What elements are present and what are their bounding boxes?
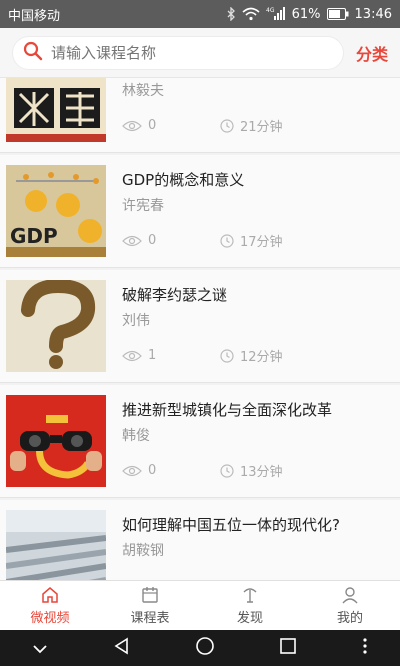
battery-percent: 61% [291,6,321,22]
tab-mine[interactable]: 我的 [300,581,400,630]
eye-icon [122,120,142,131]
list-item[interactable]: GDP GDP的概念和意义 许宪春 0 17分钟 [0,155,400,268]
course-author: 林毅夫 [122,83,164,99]
duration: 21分钟 [220,116,283,135]
view-count: 0 [122,233,220,248]
list-item[interactable]: 推进新型城镇化与全面深化改革 韩俊 0 13分钟 [0,385,400,498]
bottom-tab-bar: 微视频 课程表 发现 我的 [0,580,400,630]
eye-icon [122,350,142,361]
header: 分类 [0,28,400,78]
back-icon[interactable] [113,637,131,659]
svg-text:GDP: GDP [10,224,58,248]
discover-icon [243,588,257,603]
course-meta: 1 12分钟 [122,346,283,365]
eye-icon [122,465,142,476]
course-thumbnail: GDP [6,165,106,257]
clock-icon [220,463,234,478]
course-meta: 0 17分钟 [122,231,283,250]
course-author: 胡鞍钢 [122,543,164,559]
duration: 13分钟 [220,461,283,480]
search-box[interactable] [12,35,344,70]
course-thumbnail [6,78,106,142]
clock-icon [220,233,234,248]
tab-label: 微视频 [30,611,70,626]
tab-schedule[interactable]: 课程表 [100,581,200,630]
menu-dots-icon[interactable] [362,637,368,659]
clock: 13:46 [354,6,392,22]
course-title: GDP的概念和意义 [122,171,245,189]
home-circle-icon[interactable] [195,636,215,660]
tab-discover[interactable]: 发现 [200,581,300,630]
duration: 17分钟 [220,231,283,250]
clock-icon [220,348,234,363]
course-author: 许宪春 [122,198,164,214]
course-meta: 0 13分钟 [122,461,283,480]
list-item[interactable]: 如何理解中国五位一体的现代化? 胡鞍钢 [0,500,400,580]
view-count: 0 [122,118,220,133]
view-count: 0 [122,463,220,478]
course-title: 推进新型城镇化与全面深化改革 [122,401,333,419]
course-author: 韩俊 [122,428,150,444]
bluetooth-icon [226,7,236,21]
home-icon [42,587,58,603]
schedule-icon [142,587,158,603]
tab-micro-video[interactable]: 微视频 [0,581,100,630]
list-item[interactable]: 破解李约瑟之谜 刘伟 1 12分钟 [0,270,400,383]
eye-icon [122,235,142,246]
course-meta: 0 21分钟 [122,116,283,135]
tab-label: 发现 [236,611,263,626]
course-author: 刘伟 [122,313,150,329]
view-count: 1 [122,348,220,363]
search-input[interactable] [51,43,333,62]
course-thumbnail [6,280,106,372]
wifi-icon [242,7,260,21]
battery-icon [326,8,349,20]
chevron-down-icon[interactable] [32,639,48,658]
category-button[interactable]: 分类 [356,41,388,65]
search-icon[interactable] [23,41,43,65]
status-bar: 中国移动 4G 61% 13:46 [0,0,400,28]
list-item[interactable]: 林毅夫 0 21分钟 [0,78,400,153]
tab-label: 我的 [336,611,363,626]
recents-icon[interactable] [279,637,297,659]
carrier-name: 中国移动 [8,8,61,24]
system-nav-bar [0,630,400,666]
course-title: 破解李约瑟之谜 [122,286,228,304]
course-title: 如何理解中国五位一体的现代化? [122,516,340,534]
tab-label: 课程表 [130,611,170,626]
profile-icon [342,587,358,604]
duration: 12分钟 [220,346,283,365]
svg-text:4G: 4G [266,7,275,14]
course-list[interactable]: 林毅夫 0 21分钟 GDP GDP的概念和意义 许宪春 0 17分钟 破解李约… [0,78,400,580]
clock-icon [220,118,234,133]
course-thumbnail [6,395,106,487]
course-thumbnail [6,510,106,580]
signal-icon: 4G [266,7,286,21]
